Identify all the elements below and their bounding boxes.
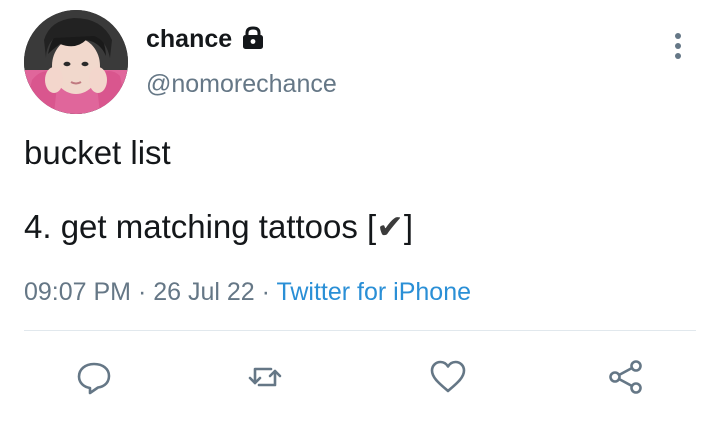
meta-separator: · xyxy=(131,278,154,306)
more-options-button[interactable] xyxy=(664,30,692,62)
avatar-photo xyxy=(24,10,128,114)
checkmark-emoji: ✔ xyxy=(376,208,404,245)
share-icon xyxy=(609,360,642,394)
tweet-text-line-2: 4. get matching tattoos [✔] xyxy=(24,207,413,247)
tweet-time[interactable]: 09:07 PM xyxy=(24,278,131,306)
retweet-button[interactable] xyxy=(243,355,287,399)
display-name[interactable]: chance xyxy=(146,24,232,54)
tweet-meta: 09:07 PM · 26 Jul 22 · Twitter for iPhon… xyxy=(24,276,471,308)
heart-icon xyxy=(430,360,466,393)
reply-button[interactable] xyxy=(72,355,116,399)
avatar[interactable] xyxy=(24,10,128,114)
name-row: chance xyxy=(146,24,266,54)
retweet-icon xyxy=(248,367,282,387)
tweet-date[interactable]: 26 Jul 22 xyxy=(153,278,254,306)
tweet-text-line-2-end: ] xyxy=(403,208,414,245)
divider xyxy=(24,330,696,331)
reply-icon xyxy=(77,362,111,395)
tweet-card: chance @nomorechance bucket list 4. get … xyxy=(0,0,718,424)
meta-separator: · xyxy=(254,278,277,306)
more-vertical-icon xyxy=(675,33,681,59)
action-bar xyxy=(0,355,718,403)
tweet-text-line-1: bucket list xyxy=(24,134,171,171)
tweet-source-link[interactable]: Twitter for iPhone xyxy=(276,278,471,306)
share-button[interactable] xyxy=(604,355,648,399)
tweet-text-line-2-main: 4. get matching tattoos [ xyxy=(24,208,377,245)
user-handle[interactable]: @nomorechance xyxy=(146,68,337,100)
lock-icon xyxy=(240,25,266,51)
like-button[interactable] xyxy=(426,355,470,399)
